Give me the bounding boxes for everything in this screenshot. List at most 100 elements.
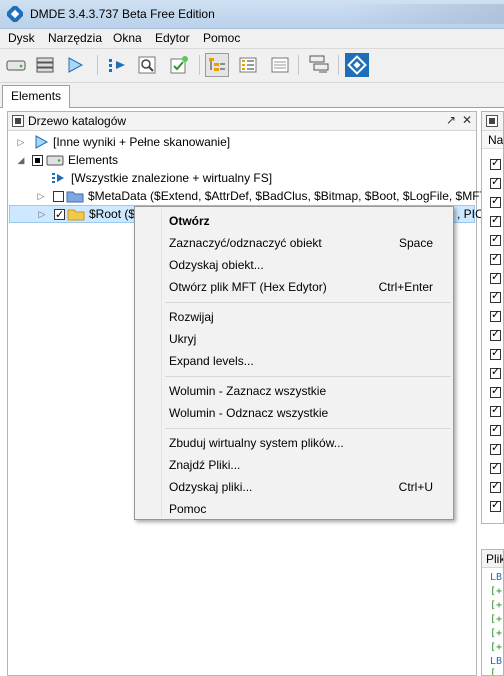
row-checkbox[interactable] (490, 403, 501, 417)
tree-row[interactable]: ▷ $MetaData ($Extend, $AttrDef, $BadClus… (8, 187, 489, 205)
panel-header: Drzewo katalogów ↗ ✕ (8, 112, 476, 131)
menu-item-shortcut: Space (398, 236, 433, 250)
layout-button[interactable] (307, 53, 331, 77)
maximize-panel-icon[interactable]: ↗ (446, 113, 456, 127)
row-checkbox[interactable] (490, 346, 501, 360)
log-line: LB (490, 572, 503, 583)
menu-item-volume-deselect-all[interactable]: Wolumin - Odznacz wszystkie (135, 402, 453, 424)
tree-row[interactable]: ▷ [Inne wyniki + Pełne skanowanie] (8, 133, 476, 151)
tree-checkbox[interactable] (53, 191, 64, 202)
row-checkbox[interactable] (490, 213, 501, 227)
row-checkbox[interactable] (490, 232, 501, 246)
expand-arrow-icon[interactable]: ▷ (36, 191, 46, 201)
menu-item-label: Wolumin - Odznacz wszystkie (169, 406, 329, 420)
row-checkbox[interactable] (490, 251, 501, 265)
panel-header (482, 112, 503, 131)
menu-item-label: Ukryj (169, 332, 197, 346)
column-header-name[interactable]: Na (482, 131, 503, 149)
folder-icon (67, 209, 85, 221)
menu-separator (165, 428, 451, 429)
panel-title: Plik (482, 550, 503, 568)
title-bar: DMDE 3.4.3.737 Beta Free Edition (0, 0, 504, 29)
drive-icon (46, 155, 64, 166)
tree-view-icon (209, 58, 225, 71)
toolbar-separator (97, 55, 98, 75)
menu-item-label: Zaznaczyć/odznaczyć obiekt (169, 236, 322, 250)
menu-item-label: Znajdź Pliki... (169, 458, 241, 472)
menu-separator (165, 376, 451, 377)
row-checkbox[interactable] (490, 327, 501, 341)
menu-item-toggle-select[interactable]: Zaznaczyć/odznaczyć obiekt Space (135, 232, 453, 254)
menu-okna[interactable]: Okna (113, 31, 142, 45)
tree-item-label: [Wszystkie znalezione + wirtualny FS] (71, 171, 273, 185)
menu-item-label: Expand levels... (169, 354, 254, 368)
tree-item-label-tail: , PIC (457, 207, 484, 221)
tree-item-label: $Root ($l (89, 207, 138, 221)
row-checkbox[interactable] (490, 175, 501, 189)
play-icon (68, 57, 84, 73)
row-checkbox[interactable] (490, 384, 501, 398)
expand-arrow-icon[interactable]: ▷ (37, 209, 47, 219)
row-checkbox[interactable] (490, 156, 501, 170)
menu-item-volume-select-all[interactable]: Wolumin - Zaznacz wszystkie (135, 380, 453, 402)
row-checkbox[interactable] (490, 194, 501, 208)
row-checkbox[interactable] (490, 365, 501, 379)
tree-view-button[interactable] (205, 53, 229, 77)
menu-item-find-files[interactable]: Znajdź Pliki... (135, 454, 453, 476)
tree-checkbox[interactable] (32, 155, 43, 166)
menu-separator (165, 302, 451, 303)
window-title: DMDE 3.4.3.737 Beta Free Edition (30, 7, 215, 21)
menu-item-open-mft[interactable]: Otwórz plik MFT (Hex Edytor) Ctrl+Enter (135, 276, 453, 298)
row-checkbox[interactable] (490, 460, 501, 474)
tree-checkbox[interactable] (54, 206, 65, 224)
menu-item-build-virtual-fs[interactable]: Zbuduj wirtualny system plików... (135, 432, 453, 454)
row-checkbox[interactable] (490, 498, 501, 512)
menu-item-label: Odzyskaj obiekt... (169, 258, 264, 272)
tree-row[interactable]: ◢ Elements (8, 151, 476, 169)
menu-item-help[interactable]: Pomoc (135, 498, 453, 520)
row-checkbox[interactable] (490, 308, 501, 322)
list-view-button[interactable] (236, 53, 260, 77)
details-view-button[interactable] (268, 53, 292, 77)
menu-item-label: Wolumin - Zaznacz wszystkie (169, 384, 327, 398)
close-panel-icon[interactable]: ✕ (462, 113, 472, 127)
expand-arrow-icon[interactable]: ▷ (16, 137, 26, 147)
menu-item-recover-object[interactable]: Odzyskaj obiekt... (135, 254, 453, 276)
row-checkbox[interactable] (490, 270, 501, 284)
row-checkbox[interactable] (490, 422, 501, 436)
play-icon (35, 135, 48, 149)
tree-row[interactable]: [Wszystkie znalezione + wirtualny FS] (8, 169, 476, 187)
menu-item-label: Rozwijaj (169, 310, 214, 324)
row-checkbox[interactable] (490, 289, 501, 303)
menu-item-recover-files[interactable]: Odzyskaj pliki... Ctrl+U (135, 476, 453, 498)
dmde-logo-button[interactable] (345, 53, 369, 77)
folder-icon (66, 191, 84, 203)
menu-pomoc[interactable]: Pomoc (203, 31, 240, 45)
row-checkbox[interactable] (490, 479, 501, 493)
toolbar (0, 49, 504, 83)
menu-edytor[interactable]: Edytor (155, 31, 190, 45)
menu-item-open[interactable]: Otwórz (135, 210, 453, 232)
collapse-arrow-icon[interactable]: ◢ (16, 155, 26, 165)
menu-item-label: Pomoc (169, 502, 207, 516)
menu-narzedzia[interactable]: Narzędzia (48, 31, 102, 45)
row-checkbox[interactable] (490, 441, 501, 455)
dmde-app-icon (7, 6, 23, 22)
checklist-button[interactable] (167, 53, 191, 77)
open-volume-button[interactable] (63, 53, 87, 77)
tab-elements[interactable]: Elements (2, 85, 71, 108)
search-button[interactable] (136, 53, 160, 77)
menu-item-expand-levels[interactable]: Expand levels... (135, 350, 453, 372)
menu-item-hide[interactable]: Ukryj (135, 328, 453, 350)
context-menu: Otwórz Zaznaczyć/odznaczyć obiekt Space … (134, 206, 454, 520)
menu-dysk[interactable]: Dysk (8, 31, 35, 45)
file-list-panel: Na (481, 111, 504, 524)
toolbar-separator (298, 55, 299, 75)
menu-item-expand[interactable]: Rozwijaj (135, 306, 453, 328)
tree-expand-icon (109, 59, 125, 72)
drive-button[interactable] (4, 53, 28, 77)
menu-item-label: Otwórz (169, 214, 210, 228)
partitions-button[interactable] (33, 53, 57, 77)
expand-tree-button[interactable] (106, 53, 130, 77)
menu-item-label: Odzyskaj pliki... (169, 480, 253, 494)
